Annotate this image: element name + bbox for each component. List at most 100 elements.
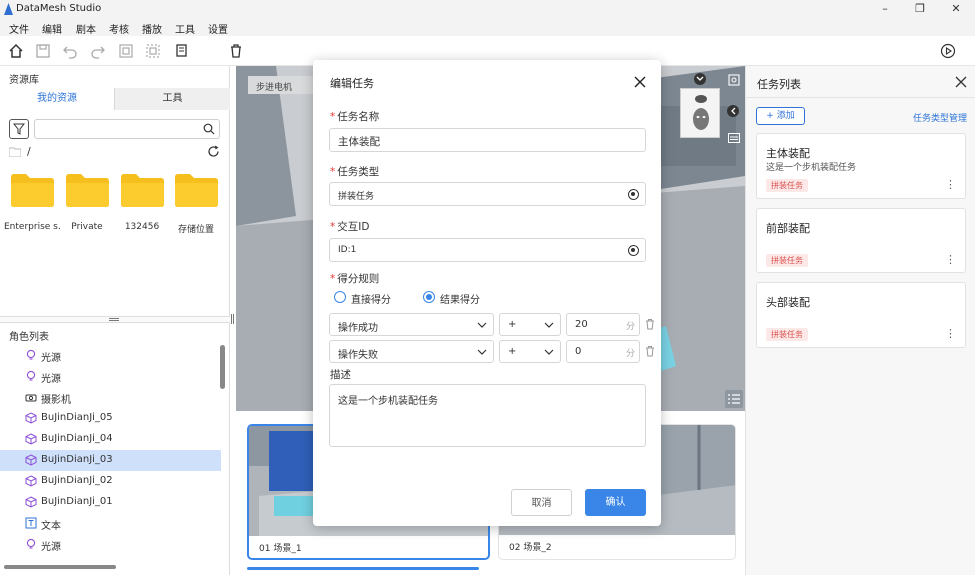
menu-file[interactable]: 文件: [9, 21, 29, 36]
rule-condition-value: 操作成功: [338, 323, 378, 334]
role-list-scrollbar[interactable]: [220, 345, 225, 389]
cancel-button[interactable]: 取消: [511, 489, 572, 516]
task-card[interactable]: 主体装配 这是一个步机装配任务 拼装任务 ⋮: [756, 133, 966, 199]
list-item[interactable]: 光源: [0, 345, 221, 366]
list-item[interactable]: BuJinDianJi_03: [0, 450, 221, 471]
list-item[interactable]: 文本: [0, 513, 221, 534]
save-icon[interactable]: [35, 43, 51, 59]
list-item[interactable]: BuJinDianJi_01: [0, 492, 221, 513]
text-icon: [25, 517, 37, 529]
vertical-splitter-handle[interactable]: [231, 314, 234, 324]
maximize-button[interactable]: ❐: [912, 1, 928, 17]
list-item[interactable]: BuJinDianJi_04: [0, 429, 221, 450]
delete-icon[interactable]: [228, 43, 244, 59]
menu-bar: 文件 编辑 剧本 考核 播放 工具 设置: [0, 19, 975, 36]
task-name-input[interactable]: 主体装配: [329, 128, 646, 152]
task-type-select[interactable]: 拼装任务: [329, 182, 646, 206]
score-unit: 分: [625, 349, 635, 359]
play-icon[interactable]: [940, 43, 956, 59]
app-logo-icon: [4, 3, 13, 15]
scene-strip-scrollbar[interactable]: [247, 567, 479, 570]
home-icon[interactable]: [8, 43, 24, 59]
search-icon[interactable]: [203, 123, 215, 135]
folder-icon: [65, 174, 109, 207]
screenshot-icon[interactable]: [728, 74, 740, 86]
cube-icon: [25, 454, 37, 466]
copy-icon[interactable]: [173, 43, 189, 59]
more-options-icon[interactable]: ⋮: [945, 253, 956, 266]
group-icon[interactable]: [118, 43, 134, 59]
view-gizmo[interactable]: [680, 88, 720, 138]
tab-tools[interactable]: 工具: [114, 88, 230, 110]
minimize-button[interactable]: –: [877, 1, 893, 17]
folder-icon: [10, 174, 54, 207]
radio-result-score[interactable]: [423, 291, 435, 303]
folder-label: Enterprise s…: [4, 222, 60, 232]
task-card[interactable]: 前部装配 拼装任务 ⋮: [756, 208, 966, 273]
folder-storage[interactable]: 存储位置: [172, 174, 220, 235]
folder-label: 存储位置: [177, 225, 214, 235]
menu-edit[interactable]: 编辑: [42, 21, 62, 36]
rule-condition-select[interactable]: 操作成功: [329, 313, 494, 336]
rule-operator-select[interactable]: +: [499, 340, 561, 363]
interaction-id-select[interactable]: ID:1: [329, 238, 646, 262]
close-icon[interactable]: [634, 76, 646, 88]
panel-splitter[interactable]: [0, 316, 230, 323]
viewport-prev-button[interactable]: [727, 105, 739, 117]
rule-condition-select[interactable]: 操作失败: [329, 340, 494, 363]
chevron-down-icon: [544, 349, 554, 355]
menu-play[interactable]: 播放: [142, 21, 162, 36]
folder-private[interactable]: Private: [63, 174, 111, 232]
viewport-object-tag[interactable]: 步进电机: [256, 80, 292, 93]
cube-icon: [25, 412, 37, 424]
role-label: BuJinDianJi_03: [41, 454, 113, 465]
radio-direct-score[interactable]: [334, 291, 346, 303]
menu-exam[interactable]: 考核: [109, 21, 129, 36]
redo-icon[interactable]: [90, 43, 106, 59]
menu-settings[interactable]: 设置: [208, 21, 228, 36]
required-marker: *: [330, 273, 336, 285]
list-item[interactable]: 摄影机: [0, 387, 221, 408]
more-options-icon[interactable]: ⋮: [945, 178, 956, 191]
task-type-manage-link[interactable]: 任务类型管理: [913, 111, 967, 124]
resource-tabs: 我的资源 工具: [0, 88, 230, 110]
lightbulb-icon: [26, 538, 36, 549]
folder-132456[interactable]: 132456: [118, 174, 166, 232]
scene-label: 01 场景_1: [259, 544, 302, 554]
list-item[interactable]: 光源: [0, 534, 221, 555]
folder-enterprise[interactable]: Enterprise s…: [4, 174, 60, 232]
refresh-icon[interactable]: [207, 145, 220, 158]
add-task-button[interactable]: + 添加: [756, 107, 805, 125]
rule-score-input[interactable]: 20 分: [566, 313, 640, 336]
close-icon[interactable]: [955, 76, 967, 88]
chevron-down-icon: [477, 322, 487, 328]
task-card[interactable]: 头部装配 拼装任务 ⋮: [756, 282, 966, 348]
tab-my-resources[interactable]: 我的资源: [0, 88, 114, 110]
filter-button[interactable]: [9, 119, 29, 139]
ungroup-icon[interactable]: [145, 43, 161, 59]
keyboard-icon[interactable]: [728, 133, 740, 143]
resource-search-input[interactable]: [34, 119, 220, 139]
list-item[interactable]: BuJinDianJi_02: [0, 471, 221, 492]
delete-rule-icon[interactable]: [644, 345, 656, 357]
select-target-icon[interactable]: [628, 189, 639, 200]
rule-operator-select[interactable]: +: [499, 313, 561, 336]
menu-script[interactable]: 剧本: [76, 21, 96, 36]
select-target-icon[interactable]: [628, 245, 639, 256]
more-options-icon[interactable]: ⋮: [945, 327, 956, 340]
list-item[interactable]: BuJinDianJi_05: [0, 408, 221, 429]
close-window-button[interactable]: ✕: [948, 1, 964, 17]
cube-icon: [25, 475, 37, 487]
role-list-hscrollbar[interactable]: [4, 565, 116, 569]
delete-rule-icon[interactable]: [644, 318, 656, 330]
viewport-list-button[interactable]: [725, 390, 743, 408]
list-item[interactable]: 光源: [0, 366, 221, 387]
score-rule-label: * 得分规则: [330, 273, 380, 285]
rule-score-input[interactable]: 0 分: [566, 340, 640, 363]
description-textarea[interactable]: 这是一个步机装配任务: [329, 384, 646, 447]
undo-icon[interactable]: [62, 43, 78, 59]
folder-label: 132456: [124, 222, 160, 232]
viewport-collapse-button[interactable]: [694, 73, 706, 85]
menu-tools[interactable]: 工具: [175, 21, 195, 36]
confirm-button[interactable]: 确认: [585, 489, 646, 516]
